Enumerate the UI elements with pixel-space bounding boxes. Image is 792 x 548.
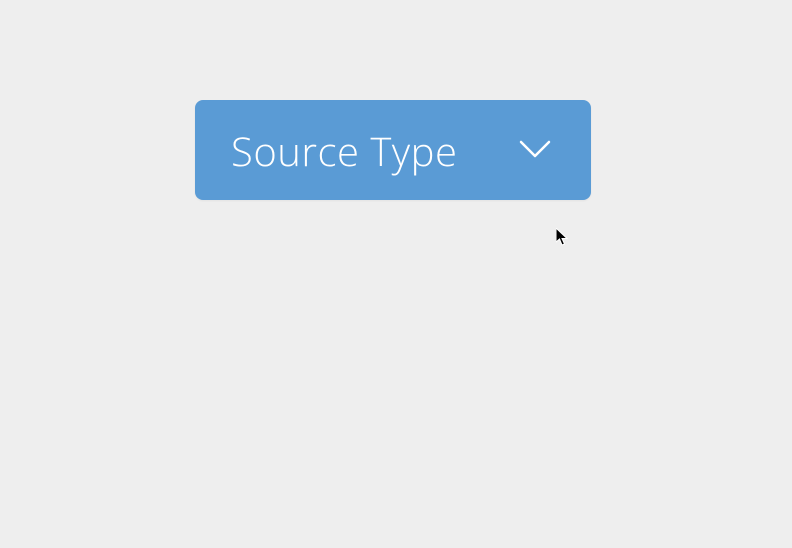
- dropdown-label: Source Type: [231, 123, 457, 178]
- source-type-dropdown[interactable]: Source Type: [195, 100, 591, 200]
- mouse-cursor-icon: [556, 228, 570, 251]
- chevron-down-icon: [519, 140, 551, 160]
